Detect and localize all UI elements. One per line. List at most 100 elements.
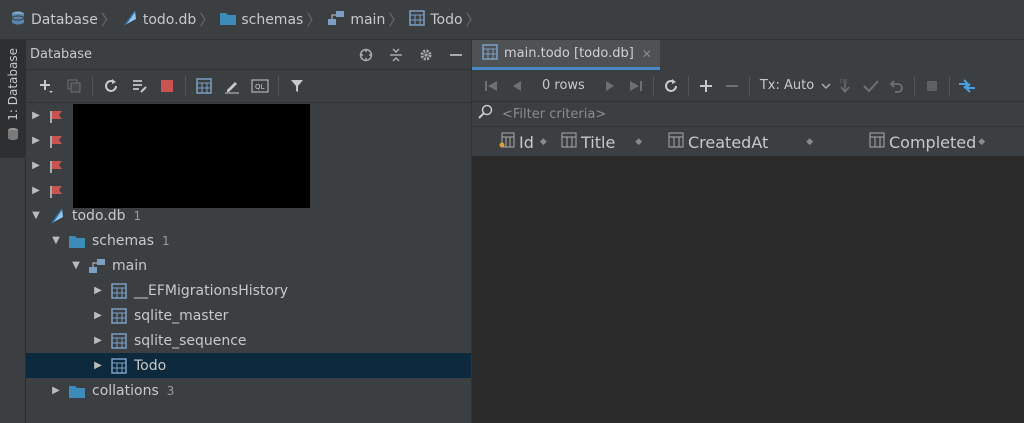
- database-icon: [10, 10, 26, 30]
- column-header-completed[interactable]: Completed ◆: [869, 127, 985, 157]
- table-icon: [110, 307, 128, 325]
- column-header-createdat[interactable]: CreatedAt ◆: [668, 127, 813, 157]
- tab-label: main.todo [todo.db]: [504, 46, 634, 61]
- grid-toolbar: 0 rows Tx: Auto DB: [472, 70, 1024, 102]
- console-icon[interactable]: QL: [246, 72, 274, 100]
- crumb-label: Database: [31, 11, 98, 28]
- delete-row-icon[interactable]: [719, 72, 745, 100]
- minimize-icon[interactable]: [441, 40, 471, 70]
- crumb-todo-db[interactable]: todo.db 〉: [122, 0, 221, 40]
- chevron-right-icon: 〉: [100, 11, 116, 29]
- last-page-icon[interactable]: [623, 72, 649, 100]
- add-row-icon[interactable]: [693, 72, 719, 100]
- tree-row-table[interactable]: ▶ sqlite_sequence: [26, 328, 471, 353]
- column-header-id[interactable]: Id ◆: [499, 127, 547, 157]
- refresh-icon[interactable]: [97, 72, 125, 100]
- db-sync-icon[interactable]: DB: [832, 72, 858, 100]
- sqlite-feather-icon: [122, 9, 138, 31]
- chevron-down-icon[interactable]: [820, 72, 832, 100]
- tx-mode-dropdown[interactable]: Tx: Auto: [760, 78, 814, 93]
- tree-row-schemas[interactable]: ▼ schemas 1: [26, 228, 471, 253]
- gear-icon[interactable]: [411, 40, 441, 70]
- database-panel: Database QL ▶ ▶ ▶ ▶ ▼ todo.db 1 ▼ schema…: [26, 40, 471, 423]
- table-icon[interactable]: [190, 72, 218, 100]
- stop-icon[interactable]: [153, 72, 181, 100]
- table-icon: [482, 43, 498, 64]
- rows-count[interactable]: 0 rows: [542, 78, 585, 93]
- tree-label: Todo: [134, 357, 167, 374]
- properties-icon[interactable]: [125, 72, 153, 100]
- expand-arrow-icon[interactable]: ▶: [30, 185, 42, 196]
- refresh-icon[interactable]: [658, 72, 684, 100]
- svg-text:DB: DB: [840, 79, 848, 85]
- datasource-icon: [48, 132, 66, 150]
- next-page-icon[interactable]: [597, 72, 623, 100]
- sort-icon[interactable]: ◆: [540, 137, 547, 147]
- rollback-icon[interactable]: [884, 72, 910, 100]
- schema-icon: [88, 257, 106, 275]
- tree-label: sqlite_master: [134, 307, 229, 324]
- editor-tab[interactable]: main.todo [todo.db] ✕: [472, 40, 660, 70]
- folder-icon: [68, 232, 86, 250]
- expand-arrow-icon[interactable]: ▶: [92, 285, 104, 296]
- commit-icon[interactable]: [858, 72, 884, 100]
- tree-row-table[interactable]: ▶ sqlite_master: [26, 303, 471, 328]
- tool-tab-database[interactable]: 1: Database: [0, 40, 26, 158]
- ide-window: Database 〉 todo.db 〉 schemas 〉 main 〉 To…: [0, 0, 1024, 423]
- expand-arrow-icon[interactable]: ▶: [92, 310, 104, 321]
- edit-icon[interactable]: [218, 72, 246, 100]
- tree-count: 1: [162, 233, 170, 248]
- crumb-todo[interactable]: Todo 〉: [409, 0, 486, 40]
- expand-arrow-icon[interactable]: ▶: [92, 360, 104, 371]
- tree-count: 1: [133, 208, 142, 223]
- collapse-arrow-icon[interactable]: ▼: [70, 260, 82, 271]
- tree-label: collations: [92, 382, 159, 399]
- column-header-row: Id ◆ Title ◆ CreatedAt ◆ Completed ◆: [472, 126, 1024, 156]
- stop-icon[interactable]: [919, 72, 945, 100]
- collapse-arrow-icon[interactable]: ▼: [30, 210, 42, 221]
- crumb-label: todo.db: [142, 11, 197, 28]
- collapse-icon[interactable]: [381, 40, 411, 70]
- table-icon: [110, 332, 128, 350]
- expand-arrow-icon[interactable]: ▶: [30, 160, 42, 171]
- table-icon: [409, 9, 426, 30]
- column-label: Title: [581, 132, 616, 152]
- compare-icon[interactable]: [954, 72, 980, 100]
- expand-arrow-icon[interactable]: ▶: [50, 385, 62, 396]
- close-icon[interactable]: ✕: [642, 47, 652, 61]
- search-icon: [478, 104, 494, 124]
- tree-row-table[interactable]: ▶ __EFMigrationsHistory: [26, 278, 471, 303]
- crumb-database[interactable]: Database 〉: [10, 0, 122, 40]
- add-icon[interactable]: [32, 72, 60, 100]
- tree-label: sqlite_sequence: [134, 332, 247, 349]
- tree-label: __EFMigrationsHistory: [134, 282, 289, 299]
- sort-icon[interactable]: ◆: [806, 137, 813, 147]
- expand-arrow-icon[interactable]: ▶: [30, 135, 42, 146]
- crumb-schemas[interactable]: schemas 〉: [220, 0, 327, 40]
- filter-criteria-input[interactable]: <Filter criteria>: [502, 107, 606, 122]
- expand-arrow-icon[interactable]: ▶: [30, 110, 42, 121]
- datasource-icon: [48, 182, 66, 200]
- collapse-arrow-icon[interactable]: ▼: [50, 235, 62, 246]
- svg-text:QL: QL: [255, 83, 265, 91]
- target-icon[interactable]: [351, 40, 381, 70]
- sort-icon[interactable]: ◆: [635, 137, 642, 147]
- tree-row-table-selected[interactable]: ▶ Todo: [26, 353, 471, 378]
- chevron-right-icon: 〉: [388, 11, 404, 29]
- prev-page-icon[interactable]: [504, 72, 530, 100]
- sort-icon[interactable]: ◆: [978, 137, 985, 147]
- filter-icon[interactable]: [283, 72, 311, 100]
- crumb-main[interactable]: main 〉: [327, 0, 409, 40]
- chevron-right-icon: 〉: [306, 11, 322, 29]
- duplicate-icon[interactable]: [60, 72, 88, 100]
- folder-icon: [68, 382, 86, 400]
- tree-count: 3: [166, 383, 175, 398]
- column-header-title[interactable]: Title ◆: [561, 127, 642, 157]
- datasource-icon: [48, 157, 66, 175]
- expand-arrow-icon[interactable]: ▶: [92, 335, 104, 346]
- redacted-area: [73, 104, 310, 208]
- tree-row-collations[interactable]: ▶ collations 3: [26, 378, 471, 403]
- first-page-icon[interactable]: [478, 72, 504, 100]
- tree-row-main[interactable]: ▼ main: [26, 253, 471, 278]
- column-label: Completed: [889, 132, 977, 152]
